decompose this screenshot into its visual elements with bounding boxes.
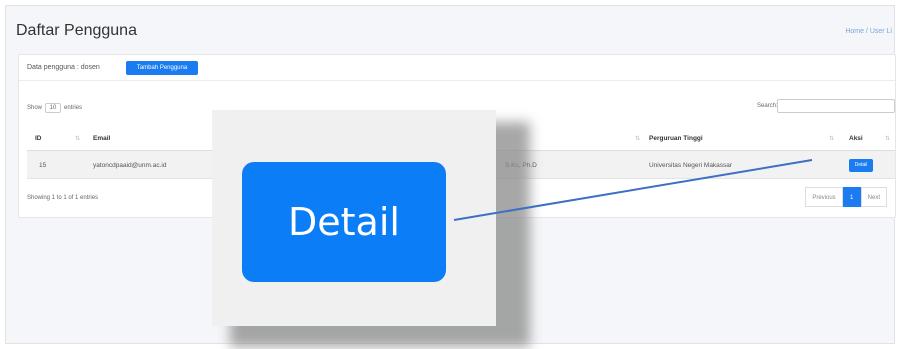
callout-pointer-line bbox=[453, 159, 813, 221]
pointer-line bbox=[453, 159, 813, 221]
